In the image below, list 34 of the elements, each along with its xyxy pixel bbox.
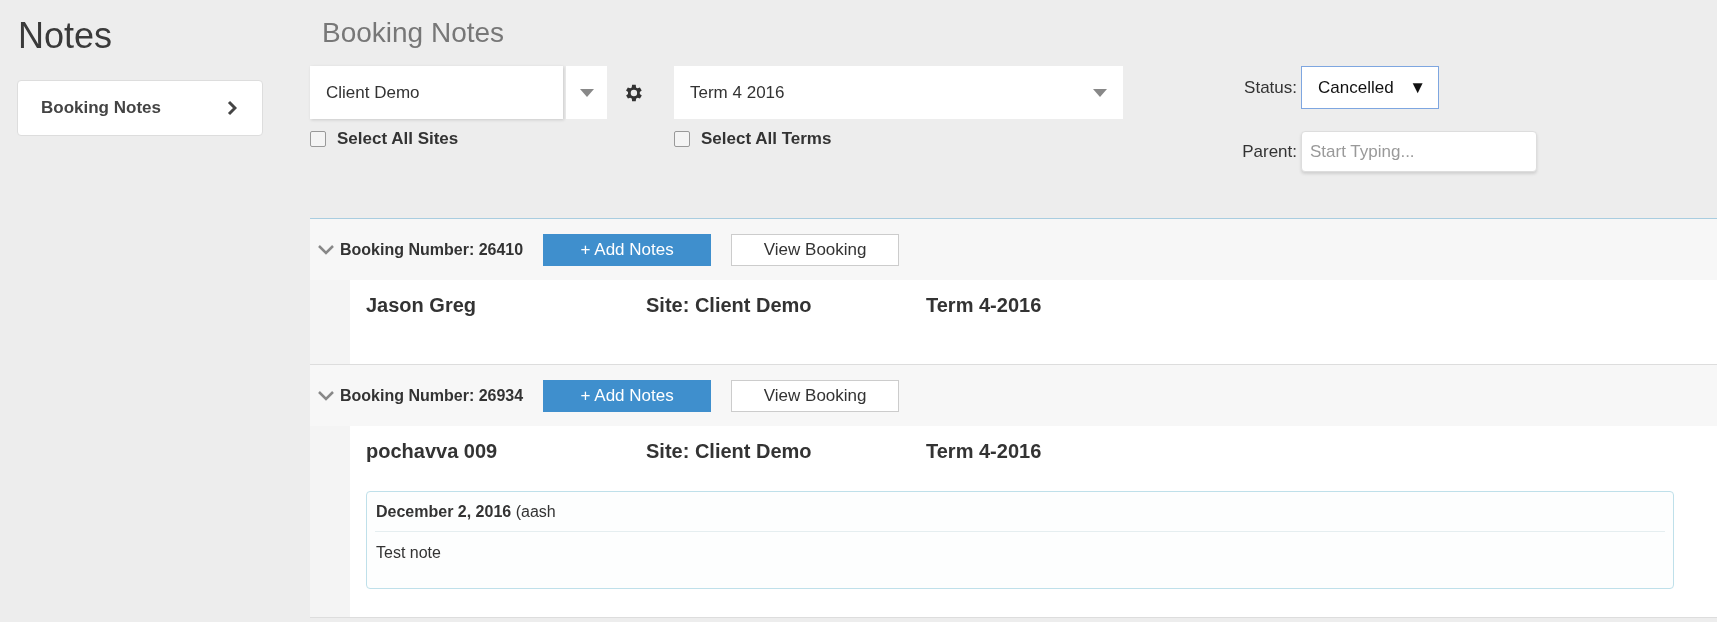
checkbox-label: Select All Sites [337, 129, 459, 149]
page-title: Notes [18, 14, 114, 58]
sidebar-item-label: Booking Notes [41, 98, 161, 118]
parent-label: Parent: [1242, 141, 1297, 162]
note-text: Test note [375, 543, 442, 563]
chevron-icon[interactable] [318, 244, 334, 255]
status-select[interactable]: Cancelled ▼ [1301, 66, 1439, 109]
status-label: Status: [1244, 77, 1297, 98]
chevron-right-icon [227, 100, 237, 116]
dropdown-toggle[interactable] [566, 66, 607, 119]
checkbox[interactable] [674, 131, 690, 147]
site-name: Site: Client Demo [646, 440, 813, 463]
view-booking-button[interactable]: View Booking [731, 379, 900, 412]
chevron-icon[interactable] [318, 390, 334, 401]
term-name: Term 4-2016 [926, 440, 1043, 463]
checkbox[interactable] [310, 131, 326, 147]
caret-icon [579, 88, 594, 97]
client-name: pochavva 009 [366, 440, 499, 463]
booking-number: Booking Number: 26934 [340, 386, 524, 405]
site-select[interactable]: Client Demo [310, 66, 563, 119]
sidebar-item[interactable]: Booking Notes [17, 80, 263, 136]
section-title: Booking Notes [322, 16, 506, 50]
term-name: Term 4-2016 [926, 294, 1043, 317]
site-name: Site: Client Demo [646, 294, 813, 317]
note-header: December 2, 2016 (aash [375, 492, 1665, 532]
select-all-sites-checkbox[interactable]: Select All Sites [310, 129, 644, 149]
term-select[interactable]: Term 4 2016 [674, 66, 1123, 119]
caret-icon [1093, 88, 1107, 97]
parent-input[interactable]: Start Typing... [1301, 131, 1537, 172]
view-booking-button[interactable]: View Booking [731, 233, 900, 266]
booking-number: Booking Number: 26410 [340, 240, 524, 259]
client-name: Jason Greg [366, 294, 478, 317]
select-all-terms-checkbox[interactable]: Select All Terms [674, 129, 1123, 149]
checkbox-label: Select All Terms [701, 129, 832, 149]
